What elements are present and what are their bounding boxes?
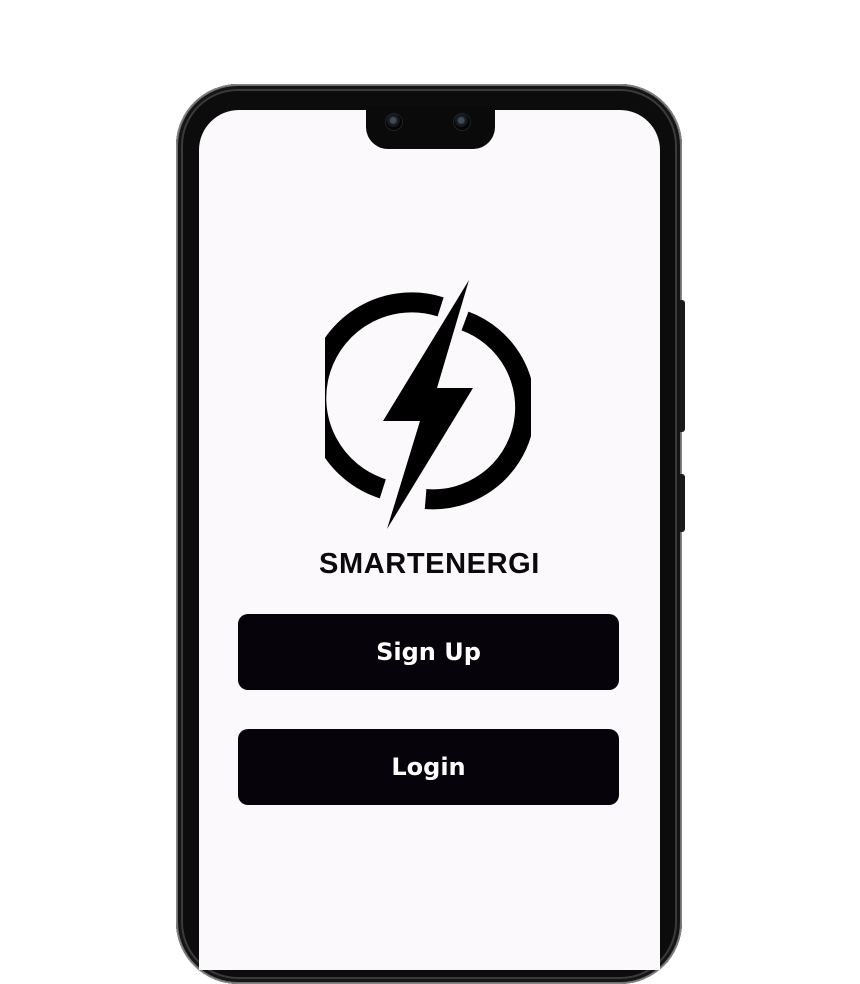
app-screen [199,110,660,970]
brand-name: SMARTENERGI [319,548,540,580]
login-button[interactable]: Login [238,729,619,805]
sign-up-button[interactable]: Sign Up [238,614,619,690]
lightning-power-icon [306,276,536,532]
notch [366,106,495,149]
volume-button [680,300,685,432]
front-sensor-icon [454,114,470,130]
power-button [680,474,685,532]
front-camera-icon [386,114,402,130]
